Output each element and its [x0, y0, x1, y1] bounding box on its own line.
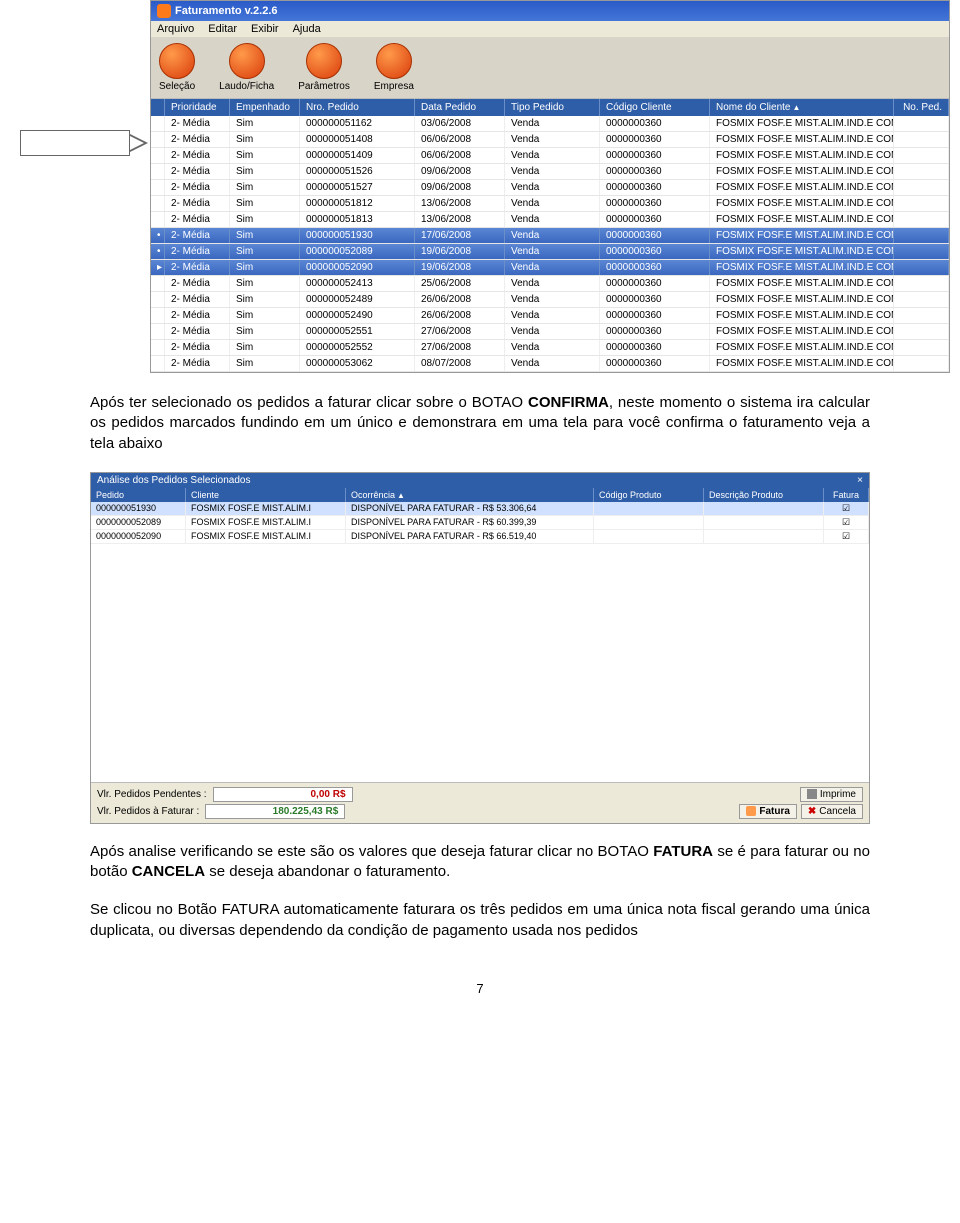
parametros-icon — [306, 43, 342, 79]
col-tipo-pedido[interactable]: Tipo Pedido — [505, 99, 600, 116]
table-row[interactable]: 2- MédiaSim00000005181313/06/2008Venda00… — [151, 212, 949, 228]
empresa-icon — [376, 43, 412, 79]
fatura-icon — [746, 806, 756, 816]
fatura-button[interactable]: Fatura — [739, 804, 797, 819]
pcol-desc-produto[interactable]: Descrição Produto — [704, 488, 824, 502]
col-data-pedido[interactable]: Data Pedido — [415, 99, 505, 116]
table-row[interactable]: 2- MédiaSim00000005152709/06/2008Venda00… — [151, 180, 949, 196]
selecao-icon — [159, 43, 195, 79]
cancela-button[interactable]: ✖ Cancela — [801, 804, 863, 819]
table-row[interactable]: 2- MédiaSim00000005152609/06/2008Venda00… — [151, 164, 949, 180]
cancel-icon: ✖ — [808, 806, 816, 817]
table-row[interactable]: 2- MédiaSim00000005140806/06/2008Venda00… — [151, 132, 949, 148]
table-row[interactable]: 2- MédiaSim00000005241325/06/2008Venda00… — [151, 276, 949, 292]
table-row[interactable]: 2- MédiaSim00000005255127/06/2008Venda00… — [151, 324, 949, 340]
menu-arquivo[interactable]: Arquivo — [157, 23, 194, 35]
panel2-body[interactable]: 000000051930FOSMIX FOSF.E MIST.ALIM.IDIS… — [91, 502, 869, 782]
imprime-button[interactable]: Imprime — [800, 787, 863, 802]
table-row[interactable]: •2- MédiaSim00000005208919/06/2008Venda0… — [151, 244, 949, 260]
pcol-cod-produto[interactable]: Código Produto — [594, 488, 704, 502]
table-row[interactable]: 2- MédiaSim00000005140906/06/2008Venda00… — [151, 148, 949, 164]
print-icon — [807, 789, 817, 799]
toolbar: Seleção Laudo/Ficha Parâmetros Empresa — [151, 37, 949, 99]
pcol-cliente[interactable]: Cliente — [186, 488, 346, 502]
list-item[interactable]: 0000000052089FOSMIX FOSF.E MIST.ALIM.IDI… — [91, 516, 869, 530]
col-no-ped[interactable]: No. Ped. — [894, 99, 949, 116]
close-icon[interactable]: × — [857, 475, 863, 486]
toolbar-laudo[interactable]: Laudo/Ficha — [219, 43, 274, 92]
col-codigo-cliente[interactable]: Código Cliente — [600, 99, 710, 116]
col-nro-pedido[interactable]: Nro. Pedido — [300, 99, 415, 116]
table-row[interactable]: 2- MédiaSim00000005306208/07/2008Venda00… — [151, 356, 949, 372]
fat-label: Vlr. Pedidos à Faturar : — [97, 806, 199, 817]
analysis-panel: Análise dos Pedidos Selecionados × Pedid… — [90, 472, 870, 824]
menu-editar[interactable]: Editar — [208, 23, 237, 35]
table-row[interactable]: 2- MédiaSim00000005181213/06/2008Venda00… — [151, 196, 949, 212]
table-row[interactable]: 2- MédiaSim00000005248926/06/2008Venda00… — [151, 292, 949, 308]
titlebar: Faturamento v.2.2.6 — [151, 1, 949, 21]
pcol-fatura[interactable]: Fatura — [824, 488, 869, 502]
app-window: Faturamento v.2.2.6 Arquivo Editar Exibi… — [150, 0, 950, 373]
col-nome-cliente[interactable]: Nome do Cliente — [710, 99, 894, 116]
toolbar-selecao[interactable]: Seleção — [159, 43, 195, 92]
col-prioridade[interactable]: Prioridade — [165, 99, 230, 116]
table-row[interactable]: •2- MédiaSim00000005193017/06/2008Venda0… — [151, 228, 949, 244]
table-row[interactable]: 2- MédiaSim00000005255227/06/2008Venda00… — [151, 340, 949, 356]
paragraph-2: Após analise verificando se este são os … — [90, 842, 870, 883]
table-row[interactable]: 2- MédiaSim00000005249026/06/2008Venda00… — [151, 308, 949, 324]
app-icon — [157, 4, 171, 18]
list-item[interactable]: 0000000052090FOSMIX FOSF.E MIST.ALIM.IDI… — [91, 530, 869, 544]
pcol-ocorrencia[interactable]: Ocorrência — [346, 488, 594, 502]
fat-value: 180.225,43 R$ — [205, 804, 345, 819]
grid-header: Prioridade Empenhado Nro. Pedido Data Pe… — [151, 99, 949, 116]
col-empenhado[interactable]: Empenhado — [230, 99, 300, 116]
grid-body[interactable]: 2- MédiaSim00000005116203/06/2008Venda00… — [151, 116, 949, 372]
panel2-header: Pedido Cliente Ocorrência Código Produto… — [91, 488, 869, 502]
window-title: Faturamento v.2.2.6 — [175, 5, 278, 17]
panel-title: Análise dos Pedidos Selecionados — [97, 475, 250, 486]
pend-value: 0,00 R$ — [213, 787, 353, 802]
paragraph-3: Se clicou no Botão FATURA automaticament… — [90, 900, 870, 941]
toolbar-empresa[interactable]: Empresa — [374, 43, 414, 92]
page-number: 7 — [0, 981, 960, 996]
pend-label: Vlr. Pedidos Pendentes : — [97, 789, 207, 800]
table-row[interactable]: 2- MédiaSim00000005116203/06/2008Venda00… — [151, 116, 949, 132]
list-item[interactable]: 000000051930FOSMIX FOSF.E MIST.ALIM.IDIS… — [91, 502, 869, 516]
toolbar-parametros[interactable]: Parâmetros — [298, 43, 350, 92]
pcol-pedido[interactable]: Pedido — [91, 488, 186, 502]
table-row[interactable]: ▸2- MédiaSim00000005209019/06/2008Venda0… — [151, 260, 949, 276]
menu-exibir[interactable]: Exibir — [251, 23, 279, 35]
paragraph-1: Após ter selecionado os pedidos a fatura… — [90, 393, 870, 454]
laudo-icon — [229, 43, 265, 79]
menubar: Arquivo Editar Exibir Ajuda — [151, 21, 949, 37]
panel2-footer: Vlr. Pedidos Pendentes : 0,00 R$ Vlr. Pe… — [91, 782, 869, 823]
menu-ajuda[interactable]: Ajuda — [293, 23, 321, 35]
